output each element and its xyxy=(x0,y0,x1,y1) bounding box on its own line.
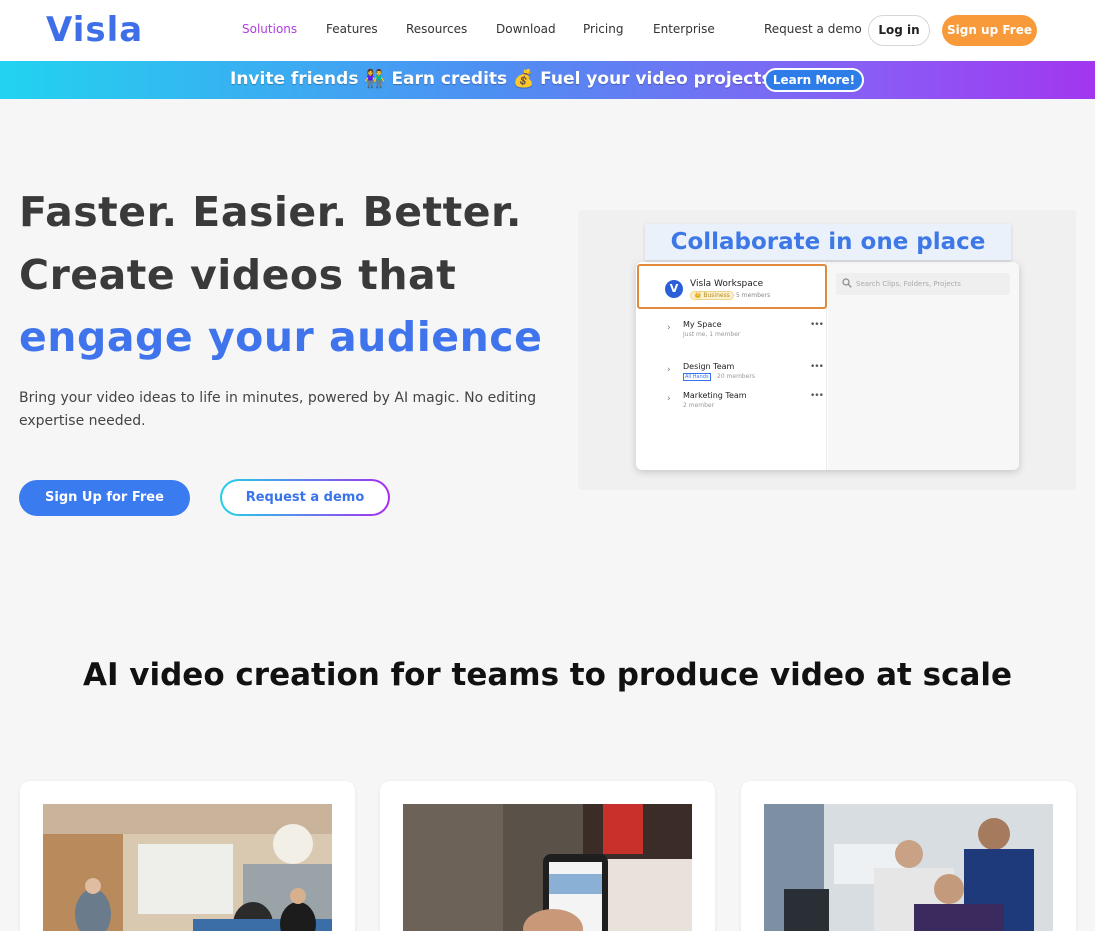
search-placeholder: Search Clips, Folders, Projects xyxy=(856,280,961,288)
workspace-panel: V Visla Workspace 👑 Business 5 members ›… xyxy=(636,262,1019,470)
team-computer-photo xyxy=(764,804,1053,931)
nav-enterprise[interactable]: Enterprise xyxy=(653,22,715,36)
hero-signup-button[interactable]: Sign Up for Free xyxy=(19,480,190,516)
workspace-logo-icon: V xyxy=(665,280,683,298)
team-meeting-photo xyxy=(43,804,332,931)
workspace-list: V Visla Workspace 👑 Business 5 members ›… xyxy=(636,262,827,470)
workspace-badge: 👑 Business xyxy=(690,291,734,300)
workspace-content: Search Clips, Folders, Projects xyxy=(828,262,1019,470)
promo-banner: Invite friends 👫 Earn credits 💰 Fuel you… xyxy=(0,61,1095,99)
hero-headline-line1: Faster. Easier. Better. xyxy=(19,188,522,236)
learn-more-button[interactable]: Learn More! xyxy=(764,68,864,92)
nav-solutions[interactable]: Solutions xyxy=(242,22,297,36)
list-item: › Marketing Team 2 member ••• xyxy=(636,391,827,419)
hero-subtitle: Bring your video ideas to life in minute… xyxy=(19,390,537,429)
list-item-name: Design Team xyxy=(683,362,735,371)
hero-demo-button[interactable]: Request a demo xyxy=(220,479,390,516)
illustration-title: Collaborate in one place xyxy=(645,224,1011,260)
phone-shopping-photo xyxy=(403,804,692,931)
nav-download[interactable]: Download xyxy=(496,22,556,36)
workspace-search: Search Clips, Folders, Projects xyxy=(836,273,1010,295)
feature-card[interactable] xyxy=(741,781,1076,931)
chevron-right-icon: › xyxy=(667,394,671,404)
nav-features[interactable]: Features xyxy=(326,22,378,36)
more-icon: ••• xyxy=(810,320,824,330)
chevron-right-icon: › xyxy=(667,323,671,333)
section-title: AI video creation for teams to produce v… xyxy=(82,657,1013,693)
list-item-tag: All Hands xyxy=(683,373,711,381)
hero-headline-line3: engage your audience xyxy=(19,313,543,361)
chevron-right-icon: › xyxy=(667,365,671,375)
list-item-sub: Just me, 1 member xyxy=(683,331,741,338)
list-item-name: Marketing Team xyxy=(683,391,747,400)
feature-card[interactable] xyxy=(380,781,715,931)
top-nav: Visla Solutions Features Resources Downl… xyxy=(0,0,1095,61)
signup-nav-button[interactable]: Sign up Free xyxy=(942,15,1037,46)
search-icon xyxy=(842,278,852,288)
nav-pricing[interactable]: Pricing xyxy=(583,22,623,36)
hero-demo-button-label: Request a demo xyxy=(222,481,388,514)
login-button[interactable]: Log in xyxy=(868,15,930,46)
feature-card[interactable] xyxy=(20,781,355,931)
nav-resources[interactable]: Resources xyxy=(406,22,467,36)
workspace-name: Visla Workspace xyxy=(690,279,764,289)
list-item: › My Space Just me, 1 member ••• xyxy=(636,320,827,348)
nav-request-demo[interactable]: Request a demo xyxy=(764,22,862,36)
workspace-selector: V Visla Workspace 👑 Business 5 members xyxy=(637,264,827,309)
list-item-name: My Space xyxy=(683,320,722,329)
visla-logo[interactable]: Visla xyxy=(46,10,143,50)
more-icon: ••• xyxy=(810,362,824,372)
more-icon: ••• xyxy=(810,391,824,401)
list-item: › Design Team All Hands 20 members ••• xyxy=(636,362,827,390)
workspace-members: 5 members xyxy=(736,292,771,299)
list-item-sub: 2 member xyxy=(683,402,715,409)
list-item-sub: 20 members xyxy=(717,373,756,380)
promo-banner-text: Invite friends 👫 Earn credits 💰 Fuel you… xyxy=(230,69,799,89)
hero-headline-line2: Create videos that xyxy=(19,251,457,299)
